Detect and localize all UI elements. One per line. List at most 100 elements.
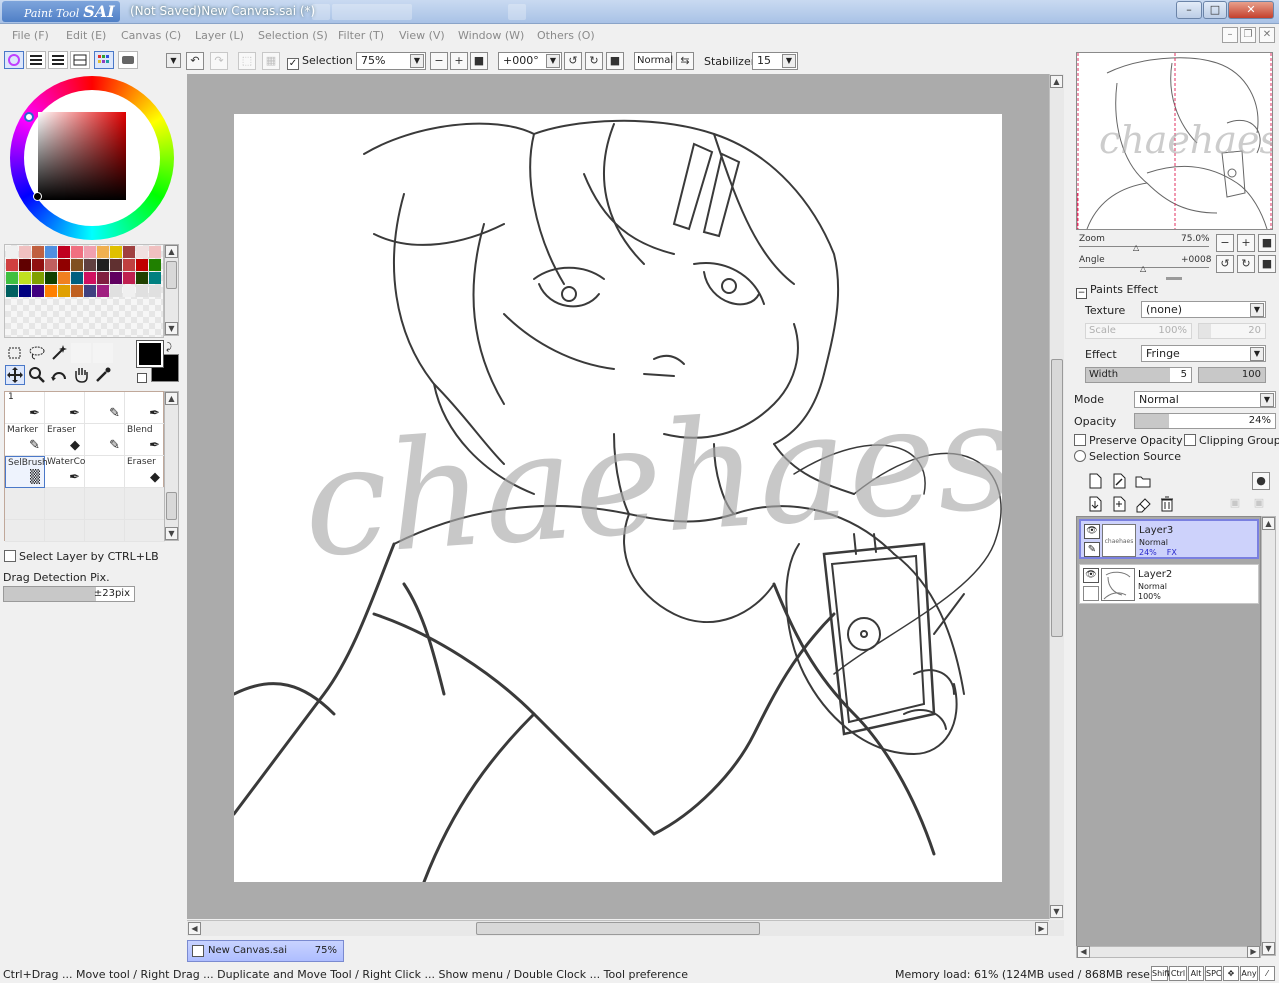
brush-slot[interactable]: Marker ✎ [5,424,45,456]
layer-scroll-right[interactable]: ▶ [1247,946,1260,958]
color-swatch[interactable] [123,259,135,271]
color-swatch[interactable] [97,246,109,258]
brush-slot[interactable]: ✎ [85,424,125,456]
mdi-restore-button[interactable]: ❐ [1240,27,1256,43]
drag-detection-slider[interactable]: ±23pix [3,586,135,602]
swatch-scroll-down[interactable]: ▼ [165,322,178,335]
brush-slot[interactable]: Eraser ◆ [125,456,165,488]
brush-slot-empty[interactable] [5,488,45,520]
opacity-slider[interactable]: 24% [1134,413,1276,429]
selection-source-option[interactable]: Selection Source [1074,450,1181,463]
brush-scroll-thumb[interactable] [166,492,177,520]
color-swatch[interactable] [58,272,70,284]
clipping-group-option[interactable]: Clipping Group [1184,434,1279,447]
rect-select-tool[interactable] [5,343,25,363]
close-button[interactable]: ✕ [1228,1,1274,19]
layer-scroll-left[interactable]: ◀ [1077,946,1090,958]
color-swatch[interactable] [136,285,148,297]
nav-rotate-reset-button[interactable]: ■ [1258,255,1276,273]
blend-mode-select[interactable]: Normal [634,52,673,70]
document-tab[interactable]: New Canvas.sai 75% [187,940,344,962]
nav-rotate-ccw-button[interactable]: ↺ [1216,255,1234,273]
color-swatch[interactable] [84,285,96,297]
nav-angle-handle[interactable]: △ [1140,264,1146,273]
mixer-mode-button[interactable] [70,51,90,69]
stabilizer-select[interactable]: 15 ▼ [752,52,798,70]
color-swatch[interactable] [32,272,44,284]
color-swatch[interactable] [19,246,31,258]
nav-rotate-cw-button[interactable]: ↻ [1237,255,1255,273]
color-swatch[interactable] [6,285,18,297]
color-swatch[interactable] [97,272,109,284]
brush-slot[interactable]: SelBrush ▒ [5,456,48,488]
layer-item[interactable]: 👁 ✎ chaehaes Layer3 Normal 24% FX [1079,519,1259,559]
brush-scroll-up[interactable]: ▲ [165,392,178,405]
color-swatch[interactable] [84,259,96,271]
brush-slot-empty[interactable] [45,520,85,542]
color-swatch[interactable] [19,272,31,284]
menu-file[interactable]: File (F) [12,29,49,42]
alt-key-indicator[interactable]: Alt [1188,966,1204,981]
scratch-pad-mode-button[interactable] [118,51,138,69]
lasso-tool[interactable] [27,343,47,363]
texture-select[interactable]: (none) ▼ [1141,301,1266,318]
canvas-vertical-scrollbar[interactable]: ▲ ▼ [1049,74,1064,919]
brush-slot-empty[interactable] [45,488,85,520]
pen-lock-icon[interactable] [1083,586,1099,601]
swatch-grid[interactable] [4,244,164,338]
color-swatch[interactable] [71,285,83,297]
zoom-in-button[interactable]: + [450,52,468,70]
pen-pressure-indicator[interactable]: ⁄ [1259,966,1275,981]
ctrl-key-indicator[interactable]: Ctrl [1169,966,1187,981]
color-swatch[interactable] [32,285,44,297]
primary-color[interactable] [136,340,164,368]
color-swatch[interactable] [71,246,83,258]
color-swatch[interactable] [45,246,57,258]
nav-zoom-reset-button[interactable]: ■ [1258,234,1276,252]
color-swatch[interactable] [19,285,31,297]
effect-width-slider[interactable]: Width 5 [1085,367,1192,383]
scroll-up-button[interactable]: ▲ [1050,75,1063,88]
minimize-button[interactable]: – [1176,1,1202,19]
brush-scrollbar[interactable]: ▲ ▼ [164,391,179,541]
undo-button[interactable]: ↶ [186,52,204,70]
color-swatch[interactable] [149,259,161,271]
select-layer-checkbox[interactable] [4,550,16,562]
delete-mask-button[interactable]: ▣ [1250,495,1268,513]
new-folder-button[interactable] [1134,472,1152,490]
color-swatch[interactable] [19,259,31,271]
nav-zoom-out-button[interactable]: − [1216,234,1234,252]
merge-down-button[interactable] [1110,495,1128,513]
brush-slot-empty[interactable] [85,488,125,520]
rotate-reset-button[interactable]: ■ [606,52,624,70]
scroll-down-button[interactable]: ▼ [1050,905,1063,918]
color-swatch[interactable] [136,272,148,284]
mdi-close-button[interactable]: ✕ [1259,27,1275,43]
brush-slot-empty[interactable] [85,520,125,542]
brush-slot[interactable]: WaterCo ✒ [45,456,85,488]
redo-button[interactable]: ↷ [210,52,228,70]
color-swatch[interactable] [6,272,18,284]
color-swatch[interactable] [32,259,44,271]
zoom-select[interactable]: 75% ▼ [356,52,426,70]
color-swatch[interactable] [58,259,70,271]
transfer-down-button[interactable] [1086,495,1104,513]
color-swatch[interactable] [6,259,18,271]
brush-slot[interactable]: Blend ✒ [125,424,165,456]
apply-mask-button[interactable]: ▣ [1226,495,1244,513]
color-swatch[interactable] [45,259,57,271]
color-wheel-mode-button[interactable] [4,51,24,69]
menu-edit[interactable]: Edit (E) [66,29,106,42]
hand-tool[interactable] [71,365,91,385]
menu-selection[interactable]: Selection (S) [258,29,328,42]
color-swatch[interactable] [6,246,18,258]
menu-window[interactable]: Window (W) [458,29,524,42]
color-swatch[interactable] [45,272,57,284]
color-swatch[interactable] [97,259,109,271]
mdi-minimize-button[interactable]: – [1222,27,1238,43]
nav-zoom-handle[interactable]: △ [1133,243,1139,252]
swatch-scrollbar[interactable]: ▲ ▼ [164,244,179,336]
menu-canvas[interactable]: Canvas (C) [121,29,181,42]
color-swatch[interactable] [84,272,96,284]
brush-slot[interactable]: ✒ [45,392,85,424]
